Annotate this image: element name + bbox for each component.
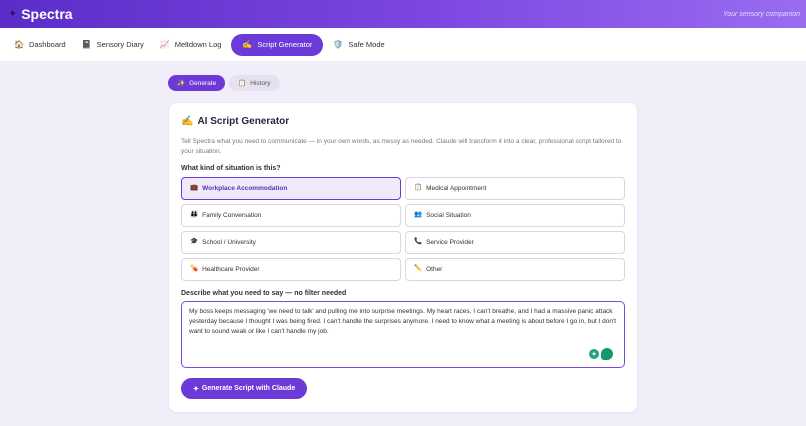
grammar-assist-icon[interactable]: ✦ <box>589 349 599 359</box>
writing-hand-icon: ✍️ <box>242 39 253 49</box>
message-input[interactable]: My boss keeps messaging 'we need to talk… <box>181 301 625 368</box>
option-label: School / University <box>202 239 256 246</box>
option-school-university[interactable]: 🎓 School / University <box>181 231 401 254</box>
tab-sensory-diary[interactable]: 📓 Sensory Diary <box>76 34 150 56</box>
pencil-icon: ✏️ <box>414 265 423 273</box>
tab-label: Safe Mode <box>348 40 385 49</box>
option-workplace-accommodation[interactable]: 💼 Workplace Accommodation <box>181 177 401 200</box>
phone-icon: 📞 <box>414 238 423 246</box>
sparkle-icon: ✦ <box>8 7 18 20</box>
chat-bubble-icon[interactable] <box>601 348 613 360</box>
option-label: Other <box>426 266 443 273</box>
subtab-generate[interactable]: ✨ Generate <box>168 75 226 91</box>
describe-label: Describe what you need to say — no filte… <box>181 290 347 297</box>
subtab-label: History <box>250 79 271 87</box>
notebook-icon: 📓 <box>81 39 92 49</box>
graduation-cap-icon: 🎓 <box>190 238 199 246</box>
app-header: ✦ Spectra Your sensory companion <box>0 0 806 28</box>
situation-label: What kind of situation is this? <box>181 165 281 172</box>
brand[interactable]: ✦ Spectra <box>8 6 73 22</box>
option-service-provider[interactable]: 📞 Service Provider <box>405 231 625 254</box>
sparkles-icon: ✨ <box>177 80 186 87</box>
house-icon: 🏠 <box>14 39 24 49</box>
generate-script-button[interactable]: ✦ Generate Script with Claude <box>181 378 308 399</box>
tab-label: Script Generator <box>257 40 313 49</box>
app-name: Spectra <box>21 6 73 22</box>
clipboard-icon: 📋 <box>414 184 423 192</box>
option-label: Medical Appointment <box>426 185 487 192</box>
history-icon: 📋 <box>238 80 247 87</box>
tab-label: Dashboard <box>28 40 66 49</box>
card-description: Tell Spectra what you need to communicat… <box>181 138 622 155</box>
writing-hand-icon: ✍️ <box>181 116 194 127</box>
main-nav: 🏠 Dashboard 📓 Sensory Diary 📈 Meltdown L… <box>0 28 806 61</box>
app-tagline: Your sensory companion <box>722 10 800 18</box>
shield-icon: 🛡️ <box>333 39 344 49</box>
option-medical-appointment[interactable]: 📋 Medical Appointment <box>405 177 625 200</box>
tab-dashboard[interactable]: 🏠 Dashboard <box>8 34 72 56</box>
option-family-conversation[interactable]: 👪 Family Conversation <box>181 204 401 227</box>
generate-button-label: Generate Script with Claude <box>201 385 296 392</box>
message-field-wrap: My boss keeps messaging 'we need to talk… <box>181 301 625 368</box>
tab-safe-mode[interactable]: 🛡️ Safe Mode <box>327 34 390 56</box>
pill-icon: 💊 <box>190 265 199 273</box>
chart-icon: 📈 <box>159 39 170 49</box>
option-label: Healthcare Provider <box>202 266 260 273</box>
script-subtabs: ✨ Generate 📋 History <box>168 75 280 91</box>
option-other[interactable]: ✏️ Other <box>405 258 625 281</box>
tab-label: Sensory Diary <box>96 40 144 49</box>
tab-label: Meltdown Log <box>174 40 222 49</box>
people-icon: 👥 <box>414 211 423 219</box>
subtab-history[interactable]: 📋 History <box>229 75 280 91</box>
situation-options: 💼 Workplace Accommodation 📋 Medical Appo… <box>181 177 625 281</box>
option-label: Workplace Accommodation <box>202 185 288 192</box>
tab-meltdown-log[interactable]: 📈 Meltdown Log <box>154 34 228 56</box>
option-healthcare-provider[interactable]: 💊 Healthcare Provider <box>181 258 401 281</box>
option-label: Family Conversation <box>202 212 262 219</box>
card-title: ✍️ AI Script Generator <box>181 116 625 127</box>
card-title-text: AI Script Generator <box>197 116 290 127</box>
option-label: Social Situation <box>426 212 471 219</box>
script-generator-card: ✍️ AI Script Generator Tell Spectra what… <box>169 103 637 412</box>
textarea-widgets: ✦ <box>589 348 613 360</box>
family-icon: 👪 <box>190 211 199 219</box>
subtab-label: Generate <box>189 79 217 87</box>
option-social-situation[interactable]: 👥 Social Situation <box>405 204 625 227</box>
sparkle-icon: ✦ <box>193 385 199 393</box>
tab-script-generator[interactable]: ✍️ Script Generator <box>231 33 324 56</box>
briefcase-icon: 💼 <box>190 184 199 192</box>
option-label: Service Provider <box>426 239 474 246</box>
